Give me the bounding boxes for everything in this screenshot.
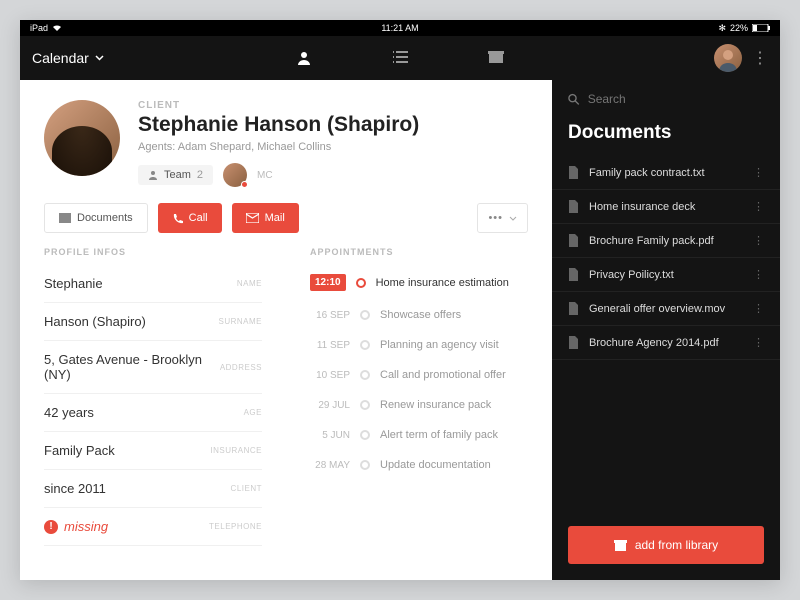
appointment-row[interactable]: 28 MAYUpdate documentation bbox=[310, 450, 528, 480]
agent-initials: MC bbox=[257, 170, 273, 181]
more-actions-button[interactable]: ••• bbox=[477, 203, 528, 233]
appointments-column: APPOINTMENTS 12:10Home insurance estimat… bbox=[286, 247, 552, 580]
timeline-dot-icon bbox=[360, 310, 370, 320]
appointment-row[interactable]: 5 JUNAlert term of family pack bbox=[310, 420, 528, 450]
team-chip[interactable]: Team 2 bbox=[138, 165, 213, 185]
document-item[interactable]: Brochure Agency 2014.pdf⋮ bbox=[552, 326, 780, 360]
search-row[interactable] bbox=[552, 80, 780, 118]
search-icon bbox=[568, 93, 580, 106]
app-window: iPad 11:21 AM ✻ 22% Calendar ⋮ bbox=[20, 20, 780, 580]
status-bar: iPad 11:21 AM ✻ 22% bbox=[20, 20, 780, 36]
nav-person-icon[interactable] bbox=[296, 50, 312, 66]
mail-button[interactable]: Mail bbox=[232, 203, 299, 233]
file-icon bbox=[568, 336, 579, 349]
appointment-row[interactable]: 16 SEPShowcase offers bbox=[310, 300, 528, 330]
info-row[interactable]: Hanson (Shapiro)SURNAME bbox=[44, 303, 262, 341]
info-row[interactable]: Family PackINSURANCE bbox=[44, 432, 262, 470]
calendar-dropdown[interactable]: Calendar bbox=[32, 50, 104, 66]
chevron-down-icon bbox=[95, 55, 104, 61]
client-label: CLIENT bbox=[138, 100, 528, 111]
wifi-icon bbox=[52, 24, 62, 32]
nav-more-icon[interactable]: ⋮ bbox=[752, 48, 768, 68]
profile-info-title: PROFILE INFOS bbox=[44, 247, 262, 257]
call-button[interactable]: Call bbox=[158, 203, 222, 233]
file-icon bbox=[568, 302, 579, 315]
document-item[interactable]: Family pack contract.txt⋮ bbox=[552, 156, 780, 190]
chevron-down-icon bbox=[509, 216, 517, 221]
document-item[interactable]: Brochure Family pack.pdf⋮ bbox=[552, 224, 780, 258]
client-avatar[interactable] bbox=[44, 100, 120, 176]
nav-archive-icon[interactable] bbox=[488, 50, 504, 66]
mail-icon bbox=[246, 213, 259, 223]
main-content: CLIENT Stephanie Hanson (Shapiro) Agents… bbox=[20, 80, 552, 580]
file-icon bbox=[568, 166, 579, 179]
person-icon bbox=[148, 170, 158, 180]
info-row-missing[interactable]: !missing TELEPHONE bbox=[44, 508, 262, 546]
document-item[interactable]: Home insurance deck⋮ bbox=[552, 190, 780, 224]
timeline-dot-icon bbox=[360, 460, 370, 470]
timeline-dot-icon bbox=[360, 430, 370, 440]
file-icon bbox=[568, 234, 579, 247]
doc-more-icon[interactable]: ⋮ bbox=[753, 302, 764, 315]
timeline-dot-icon bbox=[356, 278, 366, 288]
doc-more-icon[interactable]: ⋮ bbox=[753, 268, 764, 281]
doc-more-icon[interactable]: ⋮ bbox=[753, 234, 764, 247]
agent-avatar-mini[interactable] bbox=[223, 163, 247, 187]
profile-info-column: PROFILE INFOS StephanieNAMEHanson (Shapi… bbox=[20, 247, 286, 580]
client-name: Stephanie Hanson (Shapiro) bbox=[138, 113, 528, 137]
timeline-dot-icon bbox=[360, 340, 370, 350]
battery-pct: 22% bbox=[730, 23, 748, 33]
file-icon bbox=[568, 200, 579, 213]
appointment-row[interactable]: 11 SEPPlanning an agency visit bbox=[310, 330, 528, 360]
info-row[interactable]: StephanieNAME bbox=[44, 265, 262, 303]
doc-more-icon[interactable]: ⋮ bbox=[753, 200, 764, 213]
add-from-library-button[interactable]: add from library bbox=[568, 526, 764, 564]
clock: 11:21 AM bbox=[381, 23, 418, 33]
search-input[interactable] bbox=[588, 92, 764, 106]
carrier-label: iPad bbox=[30, 23, 48, 33]
doc-more-icon[interactable]: ⋮ bbox=[753, 166, 764, 179]
user-avatar[interactable] bbox=[714, 44, 742, 72]
timeline-dot-icon bbox=[360, 400, 370, 410]
bluetooth-icon: ✻ bbox=[718, 23, 726, 34]
appointments-title: APPOINTMENTS bbox=[310, 247, 528, 257]
file-icon bbox=[568, 268, 579, 281]
info-row[interactable]: 5, Gates Avenue - Brooklyn (NY)ADDRESS bbox=[44, 341, 262, 394]
agents-line: Agents: Adam Shepard, Michael Collins bbox=[138, 141, 528, 153]
library-icon bbox=[614, 540, 627, 551]
phone-icon bbox=[172, 213, 183, 224]
folder-icon bbox=[59, 213, 71, 223]
appointment-row[interactable]: 10 SEPCall and promotional offer bbox=[310, 360, 528, 390]
alert-icon: ! bbox=[44, 520, 58, 534]
document-item[interactable]: Privacy Poilicy.txt⋮ bbox=[552, 258, 780, 292]
appointment-row[interactable]: 12:10Home insurance estimation bbox=[310, 265, 528, 300]
document-item[interactable]: Generali offer overview.mov⋮ bbox=[552, 292, 780, 326]
nav-bar: Calendar ⋮ bbox=[20, 36, 780, 80]
info-row[interactable]: since 2011CLIENT bbox=[44, 470, 262, 508]
info-row[interactable]: 42 yearsAGE bbox=[44, 394, 262, 432]
timeline-dot-icon bbox=[360, 370, 370, 380]
nav-list-icon[interactable] bbox=[392, 50, 408, 66]
battery-icon bbox=[752, 24, 770, 32]
calendar-label: Calendar bbox=[32, 50, 89, 66]
doc-more-icon[interactable]: ⋮ bbox=[753, 336, 764, 349]
documents-button[interactable]: Documents bbox=[44, 203, 148, 233]
appointment-row[interactable]: 29 JULRenew insurance pack bbox=[310, 390, 528, 420]
documents-sidebar: Documents Family pack contract.txt⋮Home … bbox=[552, 80, 780, 580]
sidebar-title: Documents bbox=[552, 118, 780, 156]
